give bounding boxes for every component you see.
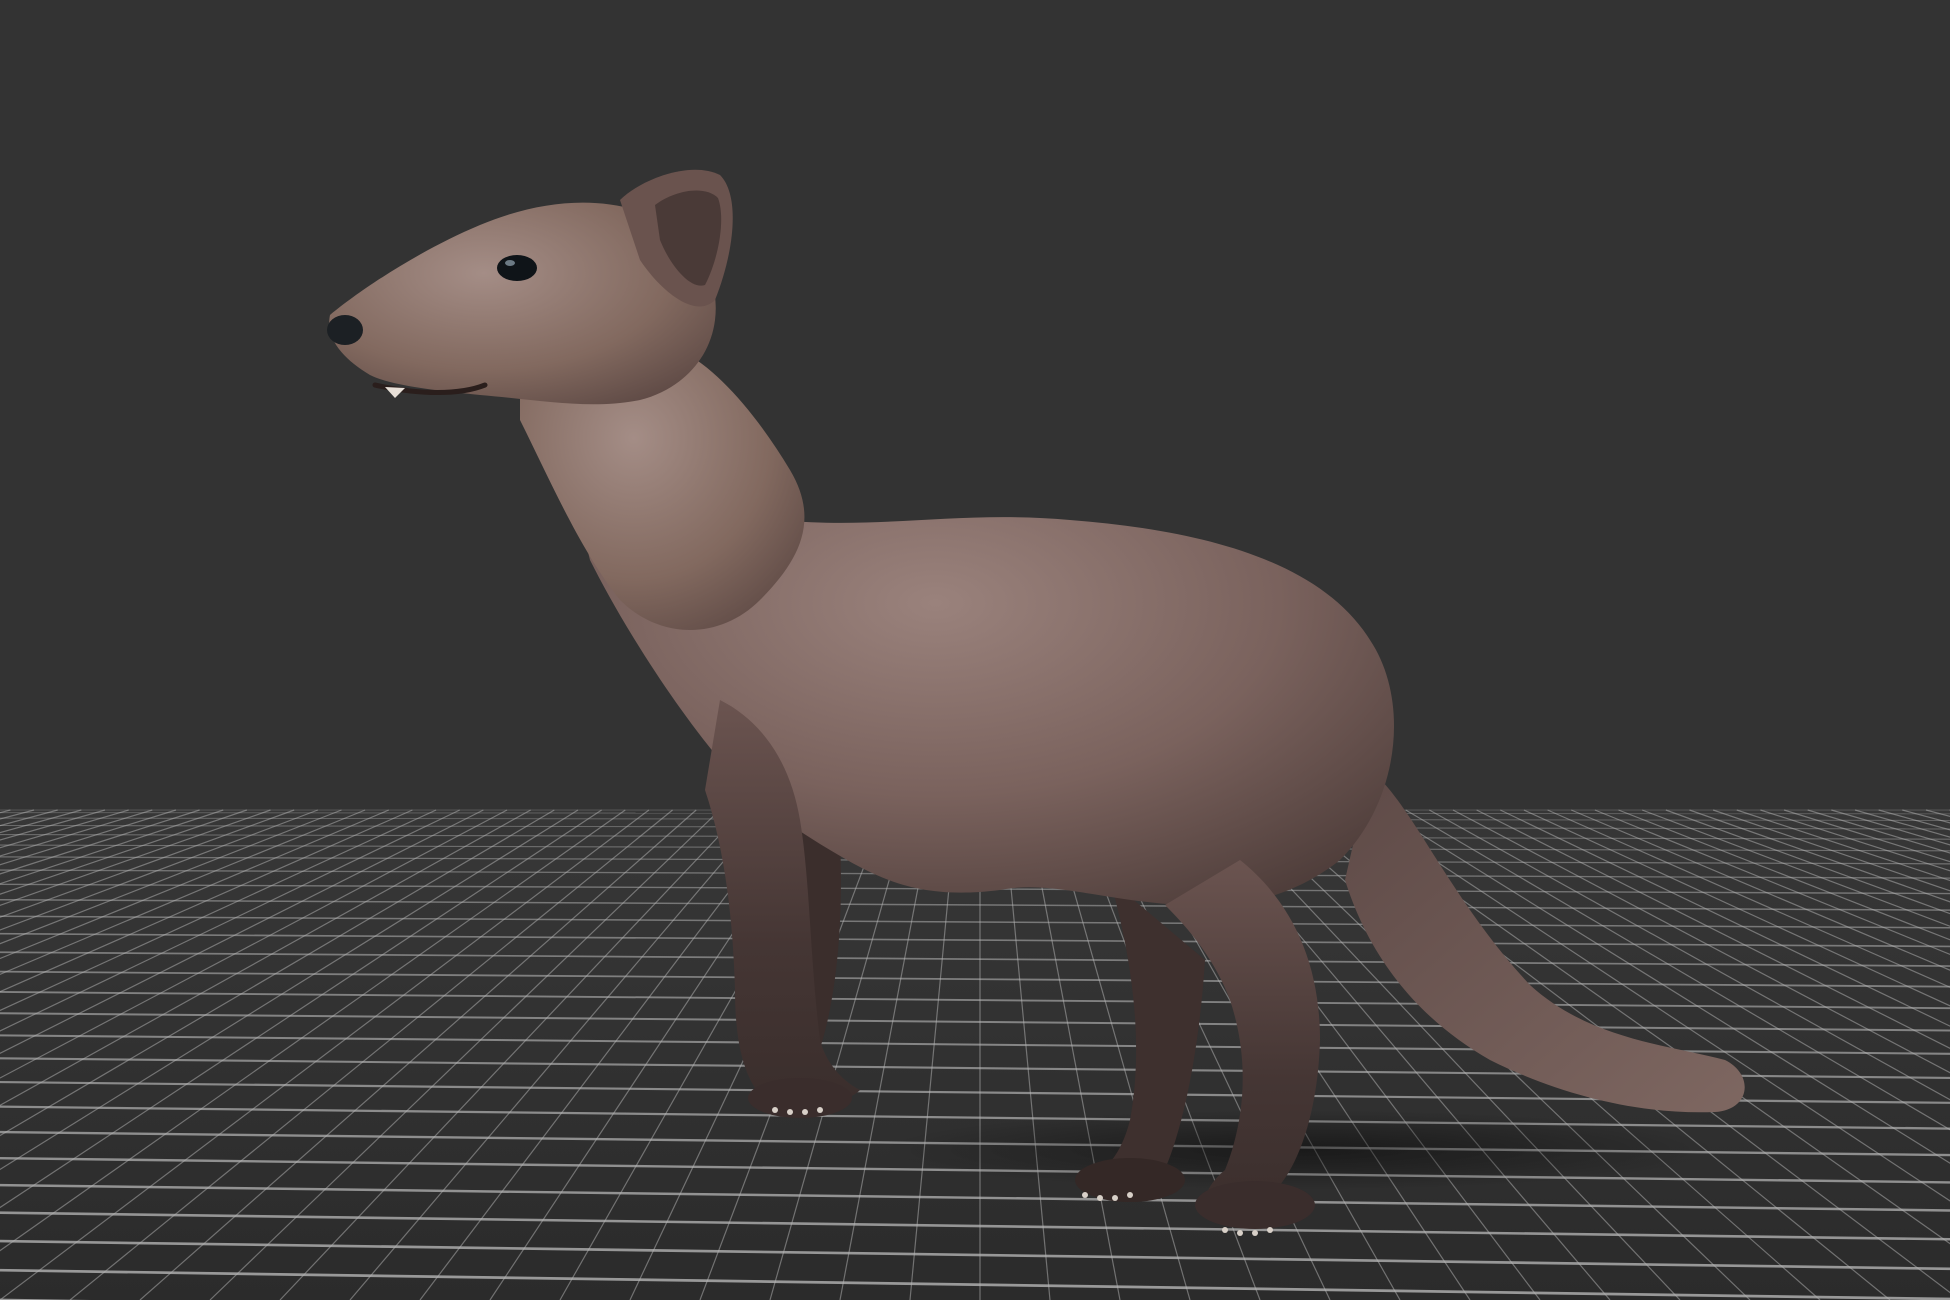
marten-nose	[327, 315, 363, 345]
3d-viewport[interactable]	[0, 0, 1950, 1300]
marten-front-paw-near	[748, 1078, 852, 1118]
marten-eye-highlight	[505, 260, 515, 266]
marten-eye	[497, 255, 537, 281]
viewport-canvas[interactable]	[0, 0, 1950, 1300]
marten-hind-paw-near	[1195, 1181, 1315, 1229]
